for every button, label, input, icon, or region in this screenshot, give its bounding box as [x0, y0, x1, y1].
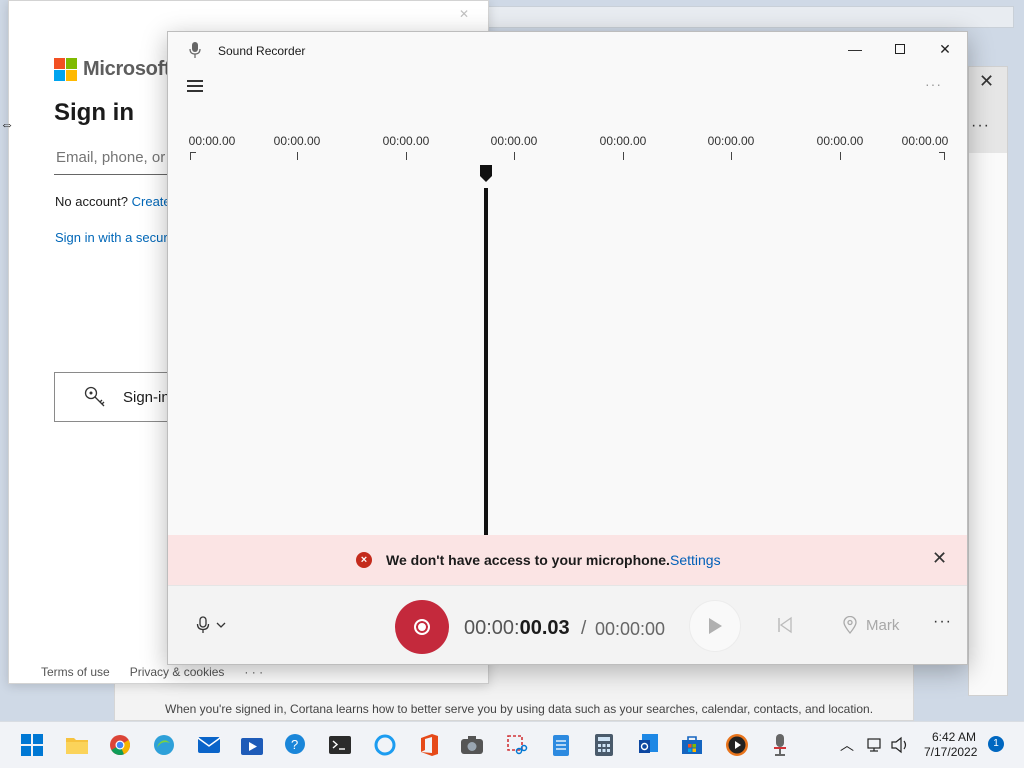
privacy-link[interactable]: Privacy & cookies — [130, 665, 225, 679]
timeline-label: 00:00.00 — [490, 134, 538, 148]
timeline-label: 00:00.00 — [382, 134, 430, 148]
timeline-label: 00:00.00 — [816, 134, 864, 148]
clock-time: 6:42 AM — [931, 730, 976, 744]
more-options-icon[interactable]: ··· — [925, 76, 942, 92]
time-separator: / — [581, 618, 587, 639]
clock[interactable]: 6:42 AM 7/17/2022 — [924, 730, 978, 760]
show-hidden-icons-button[interactable]: ︿ — [840, 735, 854, 755]
timeline-tick — [623, 152, 624, 160]
store-icon[interactable] — [680, 733, 704, 757]
terms-link[interactable]: Terms of use — [41, 665, 110, 679]
microsoft-logo: Microsoft — [54, 58, 171, 81]
no-account-text: No account? Create — [55, 194, 171, 209]
error-banner: × We don't have access to your microphon… — [168, 535, 967, 585]
playhead-handle[interactable] — [480, 165, 492, 182]
current-time: 00:00:00.03 — [464, 617, 570, 640]
tips-icon[interactable]: ? — [284, 733, 308, 757]
background-window-right: ✕ ··· — [968, 66, 1008, 696]
minimize-button[interactable]: — — [832, 32, 878, 66]
current-time-main: 00.03 — [519, 617, 570, 639]
location-pin-icon — [843, 616, 857, 634]
error-message: We don't have access to your microphone. — [386, 552, 670, 568]
window-title: Sound Recorder — [218, 44, 306, 58]
notification-badge[interactable]: 1 — [988, 736, 1004, 752]
taskbar: ? ︿ 6:42 AM 7/17/2022 1 — [0, 721, 1024, 768]
total-time: 00:00:00 — [595, 619, 666, 639]
timeline-start-marker — [190, 152, 196, 160]
record-icon — [414, 619, 430, 635]
chevron-down-icon — [216, 622, 226, 628]
svg-text:?: ? — [291, 737, 298, 752]
movies-icon[interactable] — [240, 733, 264, 757]
security-key-link[interactable]: Sign in with a securi — [55, 230, 171, 245]
timeline-label: 00:00.00 — [901, 134, 949, 148]
timeline-tick — [406, 152, 407, 160]
page-title: Sign in — [54, 99, 134, 126]
close-icon[interactable]: ✕ — [979, 71, 994, 92]
timeline-label: 00:00.00 — [707, 134, 755, 148]
more-options-button[interactable]: · · · — [244, 665, 263, 679]
volume-icon[interactable] — [890, 736, 910, 754]
settings-link[interactable]: Settings — [670, 552, 721, 568]
control-bar: 00:00:00.03 / 00:00:00 Mark ··· — [168, 585, 967, 664]
timeline-label: 00:00.00 — [273, 134, 321, 148]
outlook-icon[interactable] — [637, 733, 661, 757]
timeline-tick — [731, 152, 732, 160]
close-icon[interactable]: ✕ — [459, 7, 469, 21]
edge-icon[interactable] — [152, 733, 176, 757]
microphone-icon — [196, 616, 210, 633]
microphone-icon — [189, 42, 201, 58]
microphone-selector[interactable] — [196, 616, 226, 634]
file-explorer-icon[interactable] — [65, 733, 89, 757]
timeline-label: 00:00.00 — [188, 134, 236, 148]
start-icon[interactable] — [20, 733, 44, 757]
sound-recorder-window: Sound Recorder — ✕ ··· 00:00.00 00:00.00… — [167, 31, 968, 665]
cortana-icon[interactable] — [373, 733, 397, 757]
background-window-top — [488, 6, 1014, 28]
timeline-end-marker — [939, 152, 945, 160]
timeline[interactable]: 00:00.00 00:00.00 00:00.00 00:00.00 00:0… — [168, 127, 967, 167]
network-icon[interactable] — [866, 736, 884, 754]
play-button[interactable] — [689, 600, 741, 652]
playhead[interactable] — [484, 188, 488, 536]
timeline-label: 00:00.00 — [599, 134, 647, 148]
current-time-prefix: 00:00: — [464, 617, 520, 639]
no-account-label: No account? — [55, 194, 128, 209]
close-icon[interactable]: ✕ — [932, 548, 947, 569]
maximize-button[interactable] — [877, 32, 923, 66]
clock-date: 7/17/2022 — [924, 745, 978, 759]
more-options-icon[interactable]: ··· — [933, 613, 952, 631]
office-icon[interactable] — [417, 733, 441, 757]
resize-cursor-icon: ⇔ — [0, 116, 14, 132]
key-icon — [84, 386, 105, 407]
sound-recorder-icon[interactable] — [768, 733, 792, 757]
chrome-icon[interactable] — [108, 733, 132, 757]
calculator-icon[interactable] — [592, 733, 616, 757]
signin-options-label: Sign-in — [123, 388, 170, 406]
create-account-link[interactable]: Create — [132, 194, 171, 209]
close-button[interactable]: ✕ — [922, 32, 967, 66]
title-bar[interactable]: Sound Recorder — ✕ — [168, 32, 967, 68]
cortana-notice: When you're signed in, Cortana learns ho… — [165, 702, 874, 716]
play-icon — [709, 618, 722, 634]
terminal-icon[interactable] — [328, 733, 352, 757]
skip-back-icon[interactable] — [776, 616, 794, 634]
microsoft-logo-icon — [54, 58, 77, 81]
mark-button[interactable]: Mark — [842, 616, 899, 634]
hamburger-menu-icon[interactable] — [187, 80, 203, 95]
record-button[interactable] — [395, 600, 449, 654]
mark-label: Mark — [866, 616, 900, 634]
camera-icon[interactable] — [460, 733, 484, 757]
timeline-tick — [514, 152, 515, 160]
notepad-icon[interactable] — [549, 733, 573, 757]
error-icon: × — [356, 552, 372, 568]
snipping-tool-icon[interactable] — [505, 733, 529, 757]
timeline-tick — [840, 152, 841, 160]
timeline-tick — [297, 152, 298, 160]
media-player-icon[interactable] — [725, 733, 749, 757]
mail-icon[interactable] — [197, 733, 221, 757]
more-options-icon[interactable]: ··· — [971, 117, 990, 135]
footer: Terms of use Privacy & cookies · · · — [41, 665, 263, 679]
microsoft-brand: Microsoft — [83, 58, 171, 80]
